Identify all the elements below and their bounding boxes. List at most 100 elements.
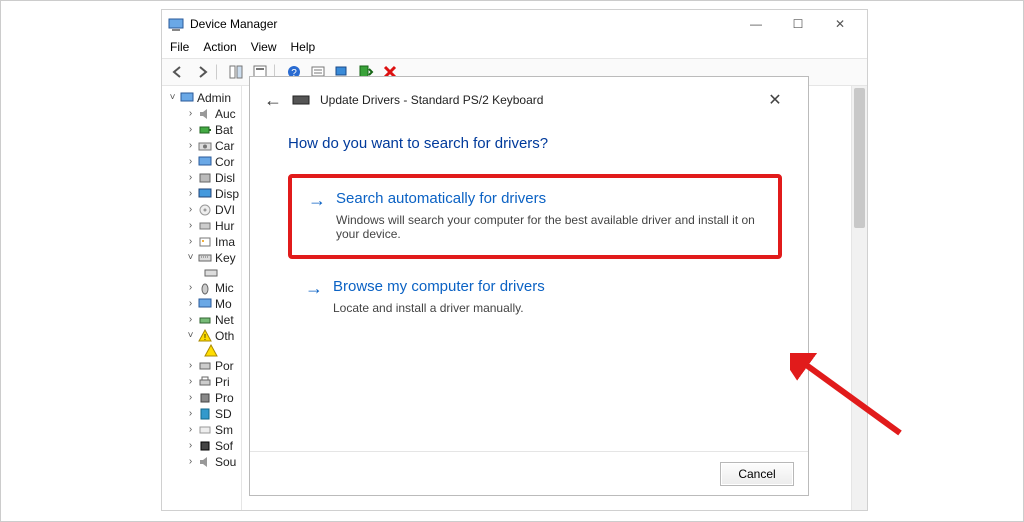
camera-icon <box>198 139 212 153</box>
tree-item-label: Pri <box>215 374 230 390</box>
back-icon[interactable]: ← <box>264 90 282 111</box>
sound-icon <box>198 455 212 469</box>
caret-right-icon: › <box>186 358 195 374</box>
tree-item[interactable]: › Sou <box>168 454 239 470</box>
show-hidden-icon[interactable] <box>226 62 246 82</box>
option-browse-computer[interactable]: → Browse my computer for drivers Locate … <box>288 277 782 330</box>
tree-item[interactable]: ˅ Key <box>168 250 239 266</box>
caret-right-icon: › <box>186 312 195 328</box>
option-search-automatically[interactable]: → Search automatically for drivers Windo… <box>288 174 782 259</box>
caret-right-icon: › <box>186 280 195 296</box>
printer-icon <box>198 375 212 389</box>
vertical-scrollbar[interactable] <box>851 86 867 510</box>
tree-item[interactable]: › Mic <box>168 280 239 296</box>
tree-item[interactable]: › Bat <box>168 122 239 138</box>
imaging-icon <box>198 235 212 249</box>
dialog-close-button[interactable]: ✕ <box>756 85 794 115</box>
tree-item[interactable] <box>168 266 239 280</box>
hid-icon <box>198 219 212 233</box>
caret-right-icon: › <box>186 296 195 312</box>
forward-icon[interactable] <box>192 62 212 82</box>
caret-right-icon: › <box>186 390 195 406</box>
tree-item[interactable]: ›SD <box>168 406 239 422</box>
tree-item[interactable]: › Pro <box>168 390 239 406</box>
tree-item[interactable]: ›Car <box>168 138 239 154</box>
dialog-header: ← Update Drivers - Standard PS/2 Keyboar… <box>250 77 808 123</box>
monitor-icon <box>198 155 212 169</box>
menu-action[interactable]: Action <box>203 40 236 54</box>
tree-item[interactable]: ›Por <box>168 358 239 374</box>
caret-right-icon: › <box>186 218 195 234</box>
monitor-icon <box>198 297 212 311</box>
tree-item-label: Sof <box>215 438 233 454</box>
close-button[interactable]: ✕ <box>819 10 861 38</box>
tree-item[interactable]: ›DVI <box>168 202 239 218</box>
caret-right-icon: › <box>186 374 195 390</box>
menu-file[interactable]: File <box>170 40 189 54</box>
tree-item[interactable]: ›Hur <box>168 218 239 234</box>
warning-icon: ! <box>198 329 212 343</box>
dialog-footer: Cancel <box>250 451 808 495</box>
device-tree[interactable]: ˅ Admin ›Auc ›Bat ›Car ›Cor ›Disl ›Disp … <box>162 86 242 510</box>
caret-down-icon: ˅ <box>168 90 177 106</box>
option-title: Search automatically for drivers <box>336 190 546 207</box>
tree-item-label: Sou <box>215 454 236 470</box>
maximize-button[interactable]: ☐ <box>777 10 819 38</box>
caret-right-icon: › <box>186 122 195 138</box>
back-icon[interactable] <box>168 62 188 82</box>
warning-icon <box>204 344 218 358</box>
tree-item[interactable]: ˅!Oth <box>168 328 239 344</box>
caret-down-icon: ˅ <box>186 250 195 266</box>
menu-help[interactable]: Help <box>291 40 316 54</box>
tree-item[interactable]: ›Sm <box>168 422 239 438</box>
tree-item-label: Auc <box>215 106 236 122</box>
tree-item[interactable]: › Disl <box>168 170 239 186</box>
tree-item-label: Mo <box>215 296 232 312</box>
battery-icon <box>198 123 212 137</box>
app-icon <box>168 16 184 32</box>
tree-item-label: Net <box>215 312 234 328</box>
tree-item-label: Key <box>215 250 236 266</box>
tree-item-label: Oth <box>215 328 234 344</box>
caret-right-icon: › <box>186 454 195 470</box>
tree-item[interactable]: › Pri <box>168 374 239 390</box>
dialog-headline: How do you want to search for drivers? <box>288 135 782 152</box>
minimize-button[interactable]: — <box>735 10 777 38</box>
tree-item[interactable]: › Mo <box>168 296 239 312</box>
mouse-icon <box>198 281 212 295</box>
caret-down-icon: ˅ <box>186 328 195 344</box>
keyboard-icon <box>198 251 212 265</box>
caret-right-icon: › <box>186 170 195 186</box>
tree-item-label: Pro <box>215 390 234 406</box>
tree-item-label: Disp <box>215 186 239 202</box>
smartcard-icon <box>198 423 212 437</box>
window-titlebar: Device Manager — ☐ ✕ <box>162 10 867 38</box>
processor-icon <box>198 391 212 405</box>
display-icon <box>198 187 212 201</box>
tree-item[interactable]: ›Ima <box>168 234 239 250</box>
tree-item-label: Bat <box>215 122 233 138</box>
tree-item[interactable]: ›Sof <box>168 438 239 454</box>
tree-item[interactable] <box>168 344 239 358</box>
cancel-button[interactable]: Cancel <box>720 462 794 486</box>
caret-right-icon: › <box>186 186 195 202</box>
scrollbar-thumb[interactable] <box>854 88 865 228</box>
menu-bar: File Action View Help <box>162 38 867 59</box>
port-icon <box>198 359 212 373</box>
tree-root[interactable]: ˅ Admin <box>168 90 239 106</box>
tree-item[interactable]: ›Auc <box>168 106 239 122</box>
tree-item-label: Ima <box>215 234 235 250</box>
tree-item[interactable]: ›Cor <box>168 154 239 170</box>
tree-item-label: Mic <box>215 280 234 296</box>
network-icon <box>198 313 212 327</box>
dialog-title: Update Drivers - Standard PS/2 Keyboard <box>320 93 543 107</box>
speaker-icon <box>198 107 212 121</box>
caret-right-icon: › <box>186 406 195 422</box>
toolbar-separator <box>216 64 222 80</box>
tree-item-label: Disl <box>215 170 235 186</box>
tree-item[interactable]: › Net <box>168 312 239 328</box>
tree-item[interactable]: › Disp <box>168 186 239 202</box>
software-icon <box>198 439 212 453</box>
sd-icon <box>198 407 212 421</box>
menu-view[interactable]: View <box>251 40 277 54</box>
